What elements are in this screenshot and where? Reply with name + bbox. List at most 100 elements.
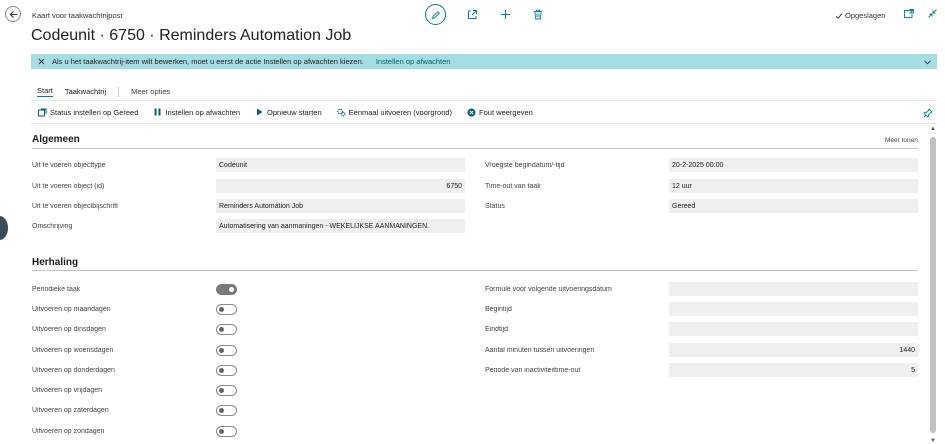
run-once-button[interactable]: Eenmaal uitvoeren (voorgrond) <box>336 107 453 117</box>
edit-button[interactable] <box>425 4 446 25</box>
wednesday-toggle[interactable] <box>216 344 237 356</box>
side-panel-handle[interactable] <box>0 216 8 240</box>
tuesday-toggle[interactable] <box>216 323 237 335</box>
delete-button[interactable] <box>531 8 545 22</box>
field-label: Vroegste begindatum/-tijd <box>485 161 669 169</box>
field-label: Begintijd <box>485 305 669 313</box>
restart-button[interactable]: Opnieuw starten <box>255 108 322 117</box>
field-row-description: Omschrijving Automatisering van aanmanin… <box>32 219 465 233</box>
minutes-between-runs-field[interactable]: 1440 <box>669 343 918 357</box>
banner-close-button[interactable] <box>38 58 45 65</box>
field-label: Uitvoeren op zondagen <box>32 427 216 435</box>
field-row-job-timeout: Time-out van taak 12 uur <box>485 179 918 193</box>
run-once-label: Eenmaal uitvoeren (voorgrond) <box>348 107 453 117</box>
earliest-start-field[interactable]: 20-2-2025 00:00 <box>669 158 918 172</box>
breadcrumb: Kaart voor taakwachtrijpost <box>32 11 123 20</box>
share-icon <box>467 10 477 19</box>
banner-expand-button[interactable] <box>924 58 931 67</box>
field-row-next-run-formula: Formule voor volgende uitvoeringsdatum <box>485 282 918 296</box>
restart-label: Opnieuw starten <box>267 107 322 117</box>
field-row-minutes-between: Aantal minuten tussen uitvoeringen 1440 <box>485 343 918 357</box>
run-once-icon <box>336 108 346 117</box>
tab-start[interactable]: Start <box>37 86 53 97</box>
toggle-row-thursday: Uitvoeren op donderdagen <box>32 363 237 377</box>
new-button[interactable] <box>498 8 512 22</box>
description-field[interactable]: Automatisering van aanmaningen - WEKELIJ… <box>216 219 465 233</box>
section-general-divider <box>32 148 918 149</box>
field-row-earliest-start: Vroegste begindatum/-tijd 20-2-2025 00:0… <box>485 158 918 172</box>
banner-action-link[interactable]: Instellen op afwachten <box>376 57 451 66</box>
friday-toggle[interactable] <box>216 384 237 396</box>
field-label: Eindtijd <box>485 325 669 333</box>
page-scrollbar[interactable]: ▲ ▼ <box>928 126 938 444</box>
start-time-field[interactable] <box>669 302 918 316</box>
pause-icon <box>153 108 162 117</box>
arrow-left-icon <box>9 10 17 18</box>
status-field[interactable]: Gereed <box>669 199 918 213</box>
saturday-toggle[interactable] <box>216 404 237 416</box>
scroll-up-arrow-icon[interactable]: ▲ <box>930 126 936 132</box>
field-label: Uitvoeren op zaterdagen <box>32 406 216 414</box>
field-label: Time-out van taak <box>485 182 669 190</box>
next-run-formula-field[interactable] <box>669 282 918 296</box>
toggle-row-tuesday: Uitvoeren op dinsdagen <box>32 322 237 336</box>
field-label: Uitvoeren op dinsdagen <box>32 325 216 333</box>
tab-taakwachtrij[interactable]: Taakwachtrij <box>65 87 106 97</box>
action-tabs: Start Taakwachtrij Meer opties <box>37 86 182 97</box>
field-label: Uitvoeren op maandagen <box>32 305 216 313</box>
field-label: Uit te voeren objectbijschrift <box>32 202 216 210</box>
thursday-toggle[interactable] <box>216 364 237 376</box>
field-label: Uitvoeren op woensdagen <box>32 346 216 354</box>
set-on-hold-button[interactable]: Instellen op afwachten <box>153 108 240 117</box>
pin-action-bar-button[interactable] <box>923 108 933 120</box>
open-new-window-button[interactable] <box>904 9 914 20</box>
action-toolbar: Status instellen op Gereed Instellen op … <box>31 100 937 124</box>
pencil-icon <box>431 10 440 19</box>
recurring-job-toggle[interactable] <box>216 283 237 295</box>
trash-icon <box>534 9 542 20</box>
back-button[interactable] <box>5 6 21 22</box>
scroll-thumb[interactable] <box>930 137 936 433</box>
toggle-row-wednesday: Uitvoeren op woensdagen <box>32 343 237 357</box>
section-recurrence-heading[interactable]: Herhaling <box>32 257 78 268</box>
banner-message: Als u het taakwachtrij-item wilt bewerke… <box>52 57 364 66</box>
field-label: Periodieke taak <box>32 285 216 293</box>
page-title: Codeunit · 6750 · Reminders Automation J… <box>31 27 352 44</box>
set-status-ready-button[interactable]: Status instellen op Gereed <box>38 108 138 117</box>
section-general-heading[interactable]: Algemeen <box>32 134 80 145</box>
object-id-field[interactable]: 6750 <box>216 179 465 193</box>
field-row-status: Status Gereed <box>485 199 918 213</box>
tab-more-options[interactable]: Meer opties <box>131 87 170 97</box>
field-label: Status <box>485 202 669 210</box>
show-error-button[interactable]: Fout weergeven <box>467 108 533 117</box>
share-button[interactable] <box>465 8 479 22</box>
object-caption-field[interactable]: Reminders Automation Job <box>216 199 465 213</box>
show-more-link[interactable]: Meer tonen <box>885 137 918 144</box>
error-icon <box>467 108 476 117</box>
monday-toggle[interactable] <box>216 303 237 315</box>
top-bar: Kaart voor taakwachtrijpost Opgeslagen C… <box>0 0 945 44</box>
job-timeout-field[interactable]: 12 uur <box>669 179 918 193</box>
checkmark-icon <box>835 12 843 19</box>
field-label: Periode van inactiviteittime-out <box>485 366 669 374</box>
toggle-row-saturday: Uitvoeren op zaterdagen <box>32 403 237 417</box>
inactivity-timeout-field[interactable]: 5 <box>669 363 918 377</box>
play-icon <box>255 108 264 117</box>
object-type-field[interactable]: Codeunit <box>216 158 465 172</box>
sunday-toggle[interactable] <box>216 425 237 437</box>
field-label: Uitvoeren op donderdagen <box>32 366 216 374</box>
chevron-down-icon <box>924 60 931 65</box>
toggle-row-recurring: Periodieke taak <box>32 282 237 296</box>
field-label: Aantal minuten tussen uitvoeringen <box>485 346 669 354</box>
collapse-button[interactable] <box>928 9 937 20</box>
toggle-row-friday: Uitvoeren op vrijdagen <box>32 383 237 397</box>
field-row-object-id: Uit te voeren object (id) 6750 <box>32 179 465 193</box>
field-label: Omschrijving <box>32 222 216 230</box>
tab-separator <box>118 86 120 97</box>
set-on-hold-label: Instellen op afwachten <box>165 107 241 117</box>
end-time-field[interactable] <box>669 322 918 336</box>
field-label: Uit te voeren objecttype <box>32 161 216 169</box>
field-row-start-time: Begintijd <box>485 302 918 316</box>
scroll-down-arrow-icon[interactable]: ▼ <box>930 438 936 444</box>
top-actions <box>425 4 545 25</box>
